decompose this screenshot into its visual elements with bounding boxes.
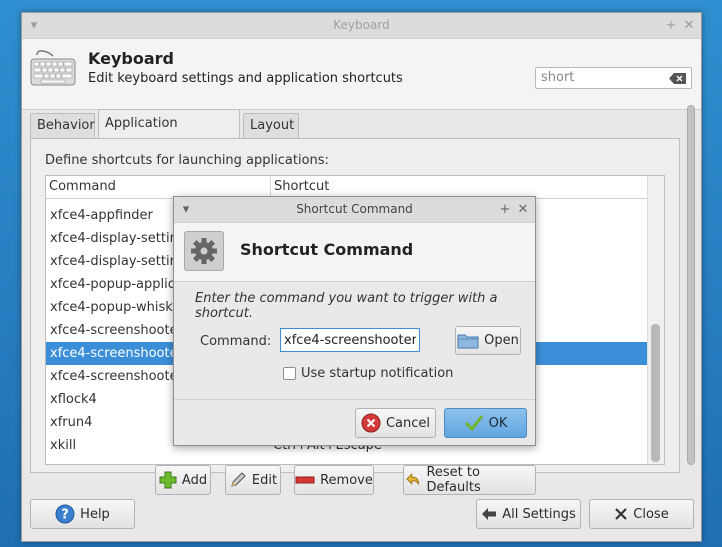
- reset-label: Reset to Defaults: [426, 465, 481, 495]
- open-button[interactable]: Open: [455, 326, 521, 355]
- tab-behavior[interactable]: Behavior: [30, 113, 95, 139]
- row-command: xfce4-screenshooter: [50, 369, 183, 384]
- tab-layout[interactable]: Layout: [243, 113, 299, 139]
- column-divider[interactable]: [270, 176, 271, 198]
- dialog-close-icon[interactable]: ✕: [515, 197, 531, 222]
- list-scrollbar-thumb[interactable]: [651, 324, 660, 462]
- add-label: Add: [181, 472, 208, 488]
- column-header-shortcut[interactable]: Shortcut: [274, 179, 329, 194]
- settings-header: Keyboard Edit keyboard settings and appl…: [22, 39, 701, 110]
- window-scrollbar-thumb[interactable]: [687, 105, 695, 465]
- close-label: Close: [633, 506, 669, 522]
- startup-notification-label[interactable]: Use startup notification: [301, 366, 453, 381]
- help-label: Help: [80, 506, 110, 522]
- maximize-icon[interactable]: +: [663, 13, 679, 38]
- row-command: xfce4-display-settings: [50, 254, 193, 269]
- row-command: xflock4: [50, 392, 97, 407]
- gear-icon: [184, 231, 224, 271]
- tab-application-shortcuts[interactable]: Application Shortcuts: [98, 109, 240, 159]
- all-settings-label: All Settings: [502, 506, 576, 522]
- back-arrow-icon: [482, 508, 497, 520]
- command-label: Command:: [200, 334, 272, 349]
- window-title: Keyboard: [333, 18, 390, 32]
- remove-label: Remove: [320, 472, 373, 488]
- row-command: xfce4-appfinder: [50, 208, 153, 223]
- dialog-maximize-icon[interactable]: +: [497, 197, 513, 222]
- window-menu-icon[interactable]: ▾: [26, 13, 42, 38]
- remove-button[interactable]: Remove: [294, 465, 374, 495]
- window-scrollbar[interactable]: [685, 105, 697, 465]
- cancel-icon: [361, 413, 381, 433]
- ok-button[interactable]: OK: [444, 408, 527, 438]
- cancel-button[interactable]: Cancel: [355, 408, 436, 438]
- edit-button[interactable]: Edit: [225, 465, 281, 495]
- dialog-header: Shortcut Command: [174, 223, 535, 282]
- help-button[interactable]: ? Help: [30, 499, 135, 529]
- search-value: short: [541, 70, 575, 85]
- reset-to-defaults-button[interactable]: Reset to Defaults: [403, 465, 536, 495]
- dialog-divider: [174, 399, 535, 400]
- row-command: xfce4-screenshooter: [50, 346, 183, 361]
- folder-icon: [457, 334, 479, 348]
- panel-description: Define shortcuts for launching applicati…: [45, 153, 329, 168]
- dialog-menu-icon[interactable]: ▾: [178, 197, 194, 222]
- open-label: Open: [484, 333, 519, 348]
- row-command: xfrun4: [50, 415, 93, 430]
- startup-notification-checkbox[interactable]: [283, 367, 296, 380]
- dialog-title: Shortcut Command: [296, 202, 413, 216]
- dialog-titlebar[interactable]: Shortcut Command ▾ + ✕: [174, 197, 535, 223]
- row-command: xkill: [50, 438, 77, 453]
- row-command: xfce4-display-settings: [50, 231, 193, 246]
- column-header-command[interactable]: Command: [49, 179, 116, 194]
- close-window-icon[interactable]: ✕: [681, 13, 697, 38]
- help-icon: ?: [55, 504, 75, 524]
- row-command: xfce4-popup-applicat: [50, 277, 188, 292]
- page-subtitle: Edit keyboard settings and application s…: [88, 71, 403, 86]
- svg-text:?: ?: [61, 508, 69, 523]
- edit-label: Edit: [251, 472, 278, 488]
- revert-icon: [406, 473, 420, 486]
- list-scrollbar[interactable]: [647, 176, 664, 464]
- row-command: xfce4-screenshooter: [50, 323, 183, 338]
- cancel-label: Cancel: [385, 415, 431, 431]
- all-settings-button[interactable]: All Settings: [476, 499, 581, 529]
- search-input[interactable]: short: [535, 67, 692, 89]
- dialog-prompt: Enter the command you want to trigger wi…: [195, 291, 498, 321]
- dialog-heading: Shortcut Command: [240, 240, 414, 259]
- pencil-icon: [231, 472, 246, 487]
- shortcut-command-dialog: Shortcut Command ▾ + ✕ Shortcut Command …: [173, 196, 536, 446]
- clear-search-icon[interactable]: [669, 73, 686, 84]
- command-input[interactable]: [280, 328, 420, 352]
- keyboard-icon: [30, 50, 76, 86]
- checkmark-icon: [464, 415, 483, 432]
- plus-icon: [159, 471, 177, 489]
- close-button[interactable]: Close: [589, 499, 694, 529]
- close-icon: [615, 508, 628, 520]
- page-title: Keyboard: [88, 49, 174, 68]
- add-button[interactable]: Add: [155, 465, 211, 495]
- window-titlebar[interactable]: Keyboard ▾ + ✕: [22, 13, 701, 39]
- minus-icon: [295, 476, 315, 484]
- ok-label: OK: [488, 415, 508, 431]
- row-command: xfce4-popup-whisker: [50, 300, 186, 315]
